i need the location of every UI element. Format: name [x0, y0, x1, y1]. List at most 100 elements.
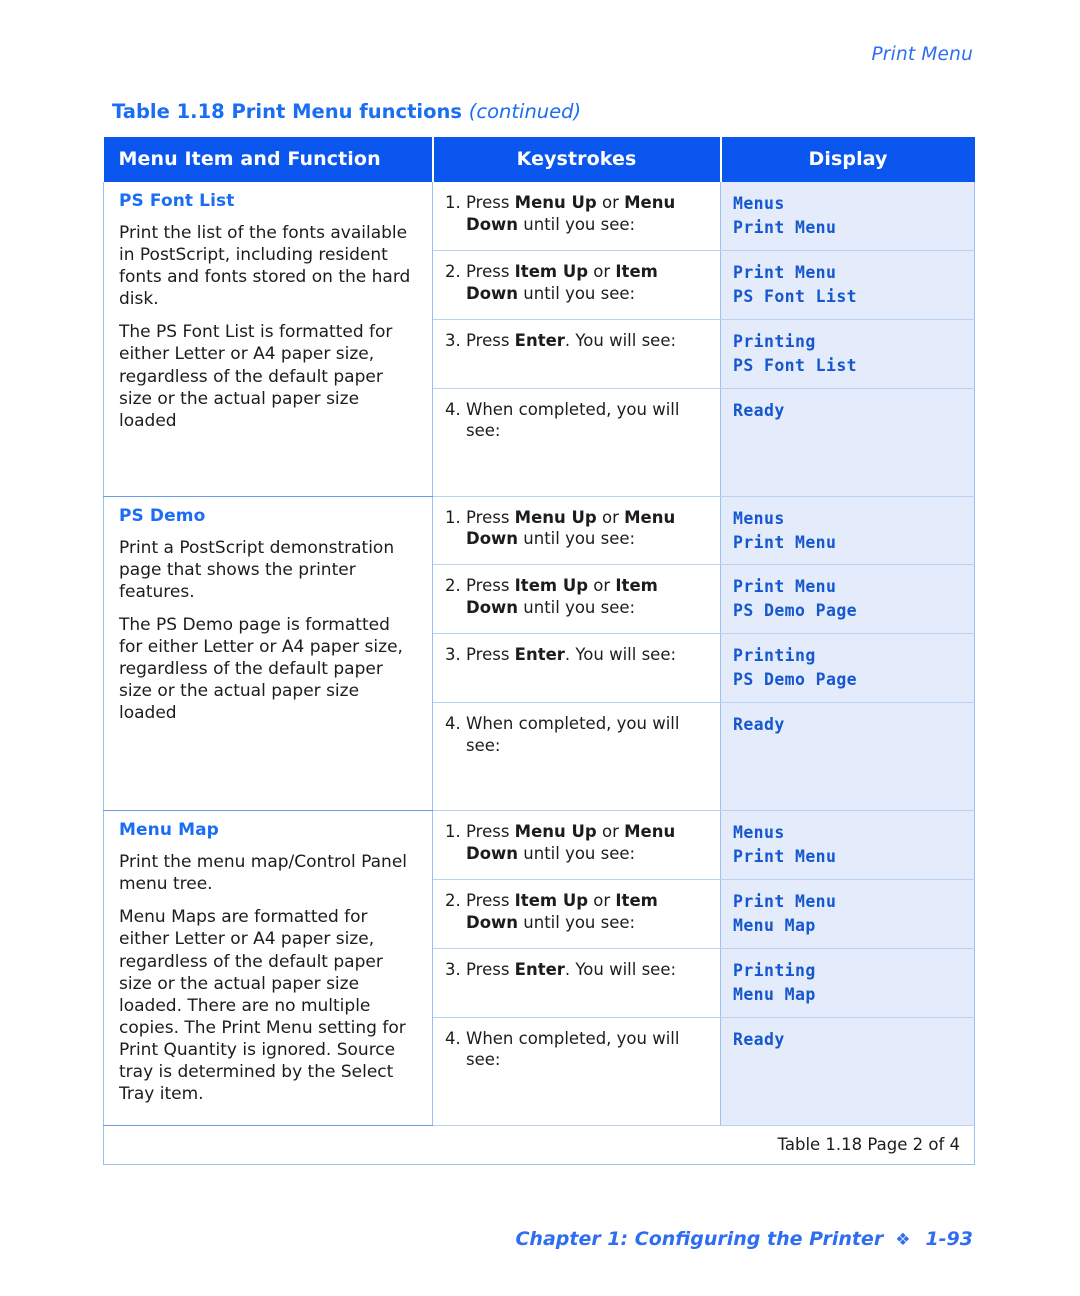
- print-menu-table: Menu Item and Function Keystrokes Displa…: [103, 137, 975, 1165]
- display-line-spacer: [733, 1052, 964, 1076]
- step-number: 3.: [445, 959, 461, 979]
- page-footer: Chapter 1: Configuring the Printer ❖ 1-93: [515, 1228, 973, 1250]
- step-text: Press Menu Up or Menu Down until you see…: [466, 507, 676, 549]
- menu-item-description: Print the list of the fonts available in…: [119, 223, 411, 310]
- display-line: Print Menu: [733, 217, 837, 237]
- display-line: Print Menu: [733, 847, 837, 867]
- keystroke-spacer: [445, 1093, 708, 1115]
- display-line: Print Menu: [733, 892, 837, 912]
- step-number: 2.: [445, 576, 461, 596]
- menu-item-description: The PS Font List is formatted for either…: [119, 322, 393, 431]
- step-number: 4.: [445, 399, 461, 419]
- keystroke-step: 3. Press Enter. You will see:: [445, 959, 708, 981]
- display-cell: Print Menu PS Font List: [720, 250, 975, 320]
- keystroke-step: 2. Press Item Up or Item Down until you s…: [445, 261, 708, 305]
- display-line: Ready: [733, 715, 785, 735]
- display-line-spacer: [733, 761, 964, 785]
- display-cell: Printing PS Font List: [720, 319, 975, 389]
- keystroke-cell: 2. Press Item Up or Item Down until you s…: [432, 250, 721, 320]
- display-cell: Ready: [720, 1017, 975, 1126]
- table-row: PS Demo Print a PostScript demonstration …: [103, 495, 975, 812]
- display-line: Print Menu: [733, 532, 837, 552]
- step-number: 3.: [445, 645, 461, 665]
- display-cell: Menus Print Menu: [720, 810, 975, 881]
- display-cell: Ready: [720, 388, 975, 497]
- display-cell: Ready: [720, 702, 975, 812]
- display-line: Printing: [733, 646, 816, 666]
- keystroke-spacer: [445, 442, 708, 464]
- table-caption-continued: (continued): [468, 100, 582, 123]
- menu-item-cell: PS Font List Print the list of the fonts …: [103, 182, 433, 497]
- display-line: PS Font List: [733, 355, 858, 375]
- menu-item-description: Menu Maps are formatted for either Lette…: [119, 907, 406, 1105]
- keystroke-spacer: [445, 757, 708, 779]
- keystroke-step: 4. When completed, you will see:: [445, 713, 708, 757]
- display-line-spacer: [733, 1076, 964, 1100]
- keystroke-step: 3. Press Enter. You will see:: [445, 644, 708, 666]
- keystroke-step: 1. Press Menu Up or Menu Down until you s…: [445, 821, 708, 865]
- display-cell: Print Menu Menu Map: [720, 879, 975, 949]
- keystroke-spacer: [445, 464, 708, 486]
- display-line: Menus: [733, 194, 785, 213]
- display-cell: Print Menu PS Demo Page: [720, 564, 975, 635]
- menu-item-cell: Menu Map Print the menu map/Control Panel…: [103, 810, 433, 1126]
- menu-item-title: Menu Map: [119, 820, 219, 841]
- display-line: PS Demo Page: [733, 670, 858, 690]
- table-body: PS Font List Print the list of the fonts …: [103, 182, 975, 1165]
- display-line-spacer: [733, 737, 964, 761]
- display-line: Print Menu: [733, 262, 837, 282]
- step-number: 4.: [445, 714, 461, 734]
- step-text: Press Item Up or Item Down until you see…: [466, 891, 658, 932]
- keystroke-cell: 1. Press Menu Up or Menu Down until you s…: [432, 495, 721, 566]
- keystroke-step: 4. When completed, you will see:: [445, 1028, 708, 1072]
- table-caption: Table 1.18 Print Menu functions (continu…: [112, 100, 581, 123]
- display-line-spacer: [733, 446, 964, 470]
- keystroke-cell: 4. When completed, you will see:: [432, 388, 721, 497]
- keystroke-step: 1. Press Menu Up or Menu Down until you s…: [445, 192, 708, 236]
- display-line: Menu Map: [733, 915, 816, 935]
- display-cell: Menus Print Menu: [720, 495, 975, 566]
- table-caption-prefix: Table 1.18 Print Menu functions: [112, 100, 469, 123]
- keystroke-step: 3. Press Enter. You will see:: [445, 330, 708, 352]
- running-header: Print Menu: [871, 44, 973, 65]
- step-number: 1.: [445, 193, 461, 212]
- keystroke-cell: 3. Press Enter. You will see:: [432, 319, 721, 389]
- table-note-spacer: [103, 1124, 433, 1165]
- keystroke-cell: 4. When completed, you will see:: [432, 1017, 721, 1126]
- display-cell: Printing PS Demo Page: [720, 633, 975, 704]
- step-text: Press Item Up or Item Down until you see…: [466, 576, 658, 618]
- menu-item-description: The PS Demo page is formatted for either…: [119, 614, 403, 724]
- footer-page-number: 1-93: [925, 1228, 973, 1250]
- step-text: When completed, you will see:: [466, 714, 680, 755]
- menu-item-title: PS Demo: [119, 505, 206, 526]
- step-text: When completed, you will see:: [466, 1028, 680, 1070]
- display-cell: Menus Print Menu: [720, 182, 975, 251]
- keystroke-cell: 4. When completed, you will see:: [432, 702, 721, 812]
- step-text: Press Enter. You will see:: [466, 330, 677, 350]
- keystroke-cell: 1. Press Menu Up or Menu Down until you s…: [432, 810, 721, 881]
- column-header-display: Display: [720, 137, 975, 182]
- step-text: Press Enter. You will see:: [466, 959, 677, 979]
- keystroke-cell: 2. Press Item Up or Item Down until you s…: [432, 564, 721, 635]
- step-text: Press Menu Up or Menu Down until you see…: [466, 193, 676, 234]
- step-text: Press Menu Up or Menu Down until you see…: [466, 822, 676, 863]
- step-number: 1.: [445, 822, 461, 842]
- table-row: Menu Map Print the menu map/Control Panel…: [103, 810, 975, 1126]
- display-line: Printing: [733, 331, 816, 351]
- step-number: 1.: [445, 507, 461, 527]
- column-header-menu-item: Menu Item and Function: [103, 137, 434, 182]
- keystroke-spacer: [445, 1071, 708, 1093]
- keystroke-cell: 1. Press Menu Up or Menu Down until you s…: [432, 182, 721, 251]
- step-number: 2.: [445, 261, 461, 281]
- display-line: Menus: [733, 823, 785, 843]
- step-text: When completed, you will see:: [466, 399, 680, 441]
- display-line: Ready: [733, 1029, 785, 1049]
- keystroke-cell: 2. Press Item Up or Item Down until you s…: [432, 879, 721, 949]
- display-line: PS Font List: [733, 286, 858, 306]
- keystroke-step: 1. Press Menu Up or Menu Down until you s…: [445, 507, 708, 551]
- display-line: Menus: [733, 508, 785, 528]
- display-line: PS Demo Page: [733, 601, 858, 621]
- keystroke-step: 4. When completed, you will see:: [445, 399, 708, 443]
- table-header: Menu Item and Function Keystrokes Displa…: [103, 137, 975, 182]
- menu-item-description: Print the menu map/Control Panel menu tr…: [119, 852, 407, 895]
